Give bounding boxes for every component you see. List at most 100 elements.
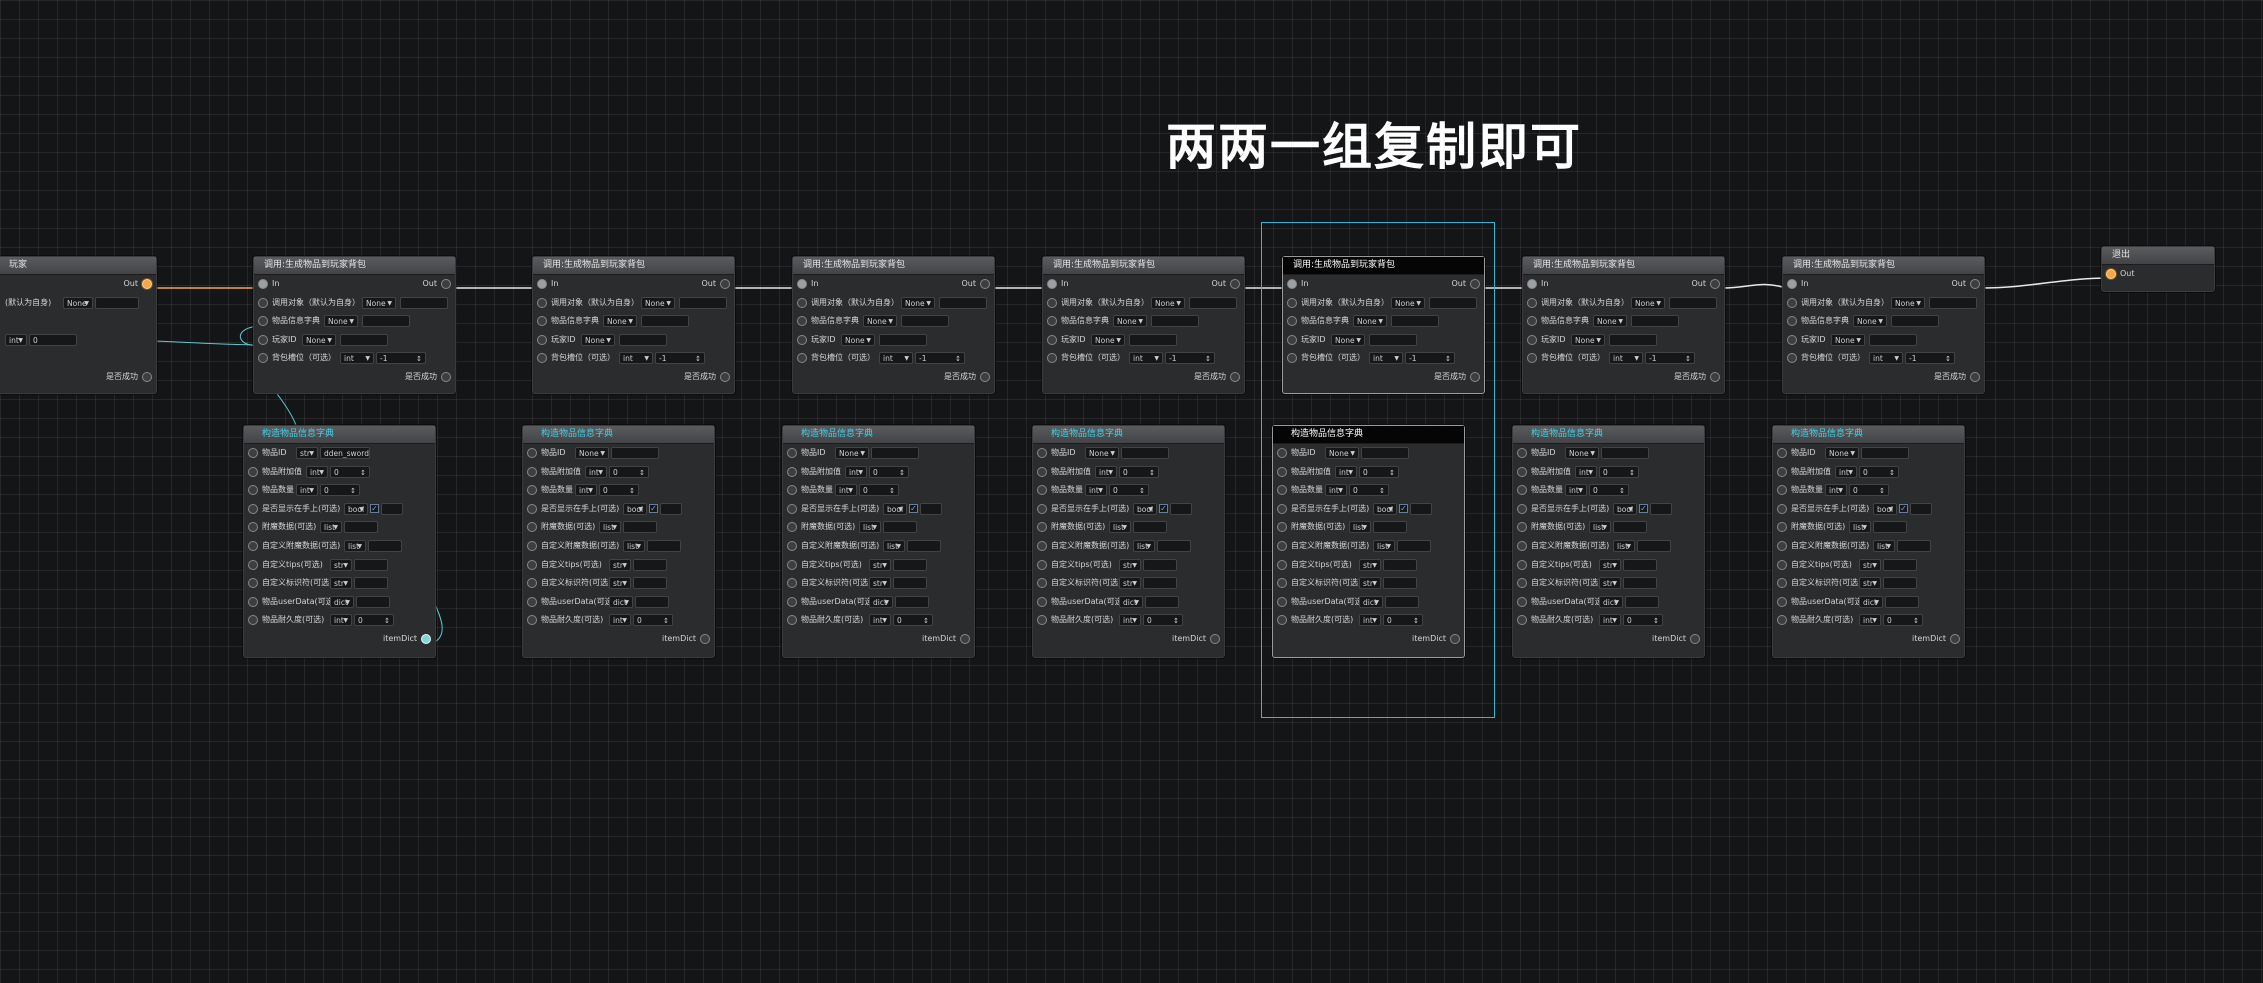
item-bonus-pin[interactable] xyxy=(1037,466,1047,477)
bag-slot-pin[interactable] xyxy=(258,353,268,364)
custom-tag-pin[interactable] xyxy=(248,578,258,589)
item-id-pin[interactable] xyxy=(1517,448,1527,458)
durability-pin[interactable] xyxy=(527,615,537,626)
item-count-pin[interactable] xyxy=(1037,485,1047,496)
item-dict-pin[interactable] xyxy=(1787,316,1797,327)
caller-value[interactable] xyxy=(939,296,987,309)
caller-select[interactable]: None xyxy=(1391,296,1425,309)
extra-data-pin[interactable] xyxy=(1517,522,1527,533)
item-bonus-pin[interactable] xyxy=(787,466,797,477)
bag-slot-type-select[interactable]: int xyxy=(1369,352,1403,365)
caller-value[interactable] xyxy=(400,296,448,309)
custom-tag-pin[interactable] xyxy=(527,578,537,589)
spin-arrows-icon[interactable]: ↕ xyxy=(955,353,961,363)
show-in-hand-pin[interactable] xyxy=(1277,503,1287,514)
custom-enchant-pin[interactable] xyxy=(1037,540,1047,551)
caller-pin[interactable] xyxy=(1047,297,1057,308)
spin-arrows-icon[interactable]: ↕ xyxy=(1149,467,1155,477)
custom-tag-pin[interactable] xyxy=(1777,578,1787,589)
user-data-pin[interactable] xyxy=(248,596,258,607)
success-pin[interactable] xyxy=(1710,371,1720,382)
exit-exec-in-pin[interactable] xyxy=(2106,269,2116,279)
spin-arrows-icon[interactable]: ↕ xyxy=(1173,615,1179,625)
call-node-6[interactable]: 调用:生成物品到玩家背包 In Out 调用对象（默认为自身） None 物品信… xyxy=(1522,256,1725,394)
build-node-5[interactable]: 构造物品信息字典 物品ID None 物品附加值 int 0↕ 物品数量 int… xyxy=(1272,425,1465,658)
item-dict-out-pin[interactable] xyxy=(1690,633,1700,644)
item-id-input[interactable]: dden_sword xyxy=(320,447,370,459)
exec-out-pin[interactable] xyxy=(1710,279,1720,289)
custom-enchant-pin[interactable] xyxy=(1517,540,1527,551)
node-title[interactable]: 构造物品信息字典 xyxy=(783,426,974,444)
caller-select[interactable]: None xyxy=(641,296,675,309)
player-id-select[interactable]: None xyxy=(841,333,875,346)
item-dict-select[interactable]: None xyxy=(1593,315,1627,328)
spin-arrows-icon[interactable]: ↕ xyxy=(1879,485,1885,495)
show-in-hand-pin[interactable] xyxy=(1777,503,1787,514)
player-id-select[interactable]: None xyxy=(1091,333,1125,346)
caller-value[interactable] xyxy=(1429,296,1477,309)
item-id-pin[interactable] xyxy=(248,448,258,458)
exec-out-pin[interactable] xyxy=(1970,279,1980,289)
exec-in-pin[interactable] xyxy=(1287,279,1297,289)
show-in-hand-checkbox[interactable]: ✓ xyxy=(1399,503,1408,513)
custom-enchant-pin[interactable] xyxy=(787,540,797,551)
player-id-pin[interactable] xyxy=(537,334,547,345)
call-node-7[interactable]: 调用:生成物品到玩家背包 In Out 调用对象（默认为自身） None 物品信… xyxy=(1782,256,1985,394)
bag-slot-pin[interactable] xyxy=(1047,353,1057,364)
user-data-pin[interactable] xyxy=(527,596,537,607)
exec-out-pin[interactable] xyxy=(441,279,451,289)
item-id-pin[interactable] xyxy=(1277,448,1287,458)
player-id-select[interactable]: None xyxy=(581,333,615,346)
exec-in-pin[interactable] xyxy=(1047,279,1057,289)
player-id-pin[interactable] xyxy=(1527,334,1537,345)
call-node-5[interactable]: 调用:生成物品到玩家背包 In Out 调用对象（默认为自身） None 物品信… xyxy=(1282,256,1485,394)
show-in-hand-checkbox[interactable]: ✓ xyxy=(1639,503,1648,513)
spin-arrows-icon[interactable]: ↕ xyxy=(629,485,635,495)
item-dict-pin[interactable] xyxy=(797,316,807,327)
bag-slot-pin[interactable] xyxy=(537,353,547,364)
caller-pin[interactable] xyxy=(1527,297,1537,308)
exec-out-pin[interactable] xyxy=(980,279,990,289)
item-id-pin[interactable] xyxy=(527,448,537,458)
item-id-input[interactable] xyxy=(1861,447,1909,459)
durability-pin[interactable] xyxy=(1277,615,1287,626)
spin-arrows-icon[interactable]: ↕ xyxy=(1945,353,1951,363)
success-pin[interactable] xyxy=(142,371,152,382)
item-id-input[interactable] xyxy=(871,447,919,459)
durability-pin[interactable] xyxy=(1037,615,1047,626)
item-id-pin[interactable] xyxy=(787,448,797,458)
exec-in-pin[interactable] xyxy=(1527,279,1537,289)
user-data-pin[interactable] xyxy=(787,596,797,607)
node-title[interactable]: 调用:生成物品到玩家背包 xyxy=(793,257,994,275)
exit-node-title[interactable]: 退出 xyxy=(2102,247,2214,265)
custom-tag-pin[interactable] xyxy=(1277,578,1287,589)
extra-data-pin[interactable] xyxy=(527,522,537,533)
item-id-type-select[interactable]: None xyxy=(575,447,609,459)
success-pin[interactable] xyxy=(1970,371,1980,382)
show-in-hand-checkbox[interactable]: ✓ xyxy=(909,503,918,513)
user-data-pin[interactable] xyxy=(1777,596,1787,607)
node-title[interactable]: 调用:生成物品到玩家背包 xyxy=(254,257,455,275)
durability-pin[interactable] xyxy=(248,615,258,626)
extra-data-pin[interactable] xyxy=(1277,522,1287,533)
spin-arrows-icon[interactable]: ↕ xyxy=(416,353,422,363)
caller-select[interactable]: None xyxy=(63,296,93,309)
custom-enchant-pin[interactable] xyxy=(248,540,258,551)
caller-select[interactable]: None xyxy=(1891,296,1925,309)
node-title[interactable]: 构造物品信息字典 xyxy=(1033,426,1224,444)
show-in-hand-pin[interactable] xyxy=(1037,503,1047,514)
partial-node[interactable]: 玩家 Out (默认为自身)None int0 是否成功 xyxy=(0,256,157,394)
spin-arrows-icon[interactable]: ↕ xyxy=(1389,467,1395,477)
extra-data-pin[interactable] xyxy=(248,522,258,533)
bag-slot-input[interactable]: -1 ↕ xyxy=(1645,352,1695,365)
build-node-4[interactable]: 构造物品信息字典 物品ID None 物品附加值 int 0↕ 物品数量 int… xyxy=(1032,425,1225,658)
bag-slot-type-select[interactable]: int xyxy=(879,352,913,365)
item-dict-pin[interactable] xyxy=(1287,316,1297,327)
custom-tips-pin[interactable] xyxy=(248,559,258,570)
item-dict-out-pin[interactable] xyxy=(960,633,970,644)
item-dict-select[interactable]: None xyxy=(324,315,358,328)
exec-in-pin[interactable] xyxy=(797,279,807,289)
build-node-6[interactable]: 构造物品信息字典 物品ID None 物品附加值 int 0↕ 物品数量 int… xyxy=(1512,425,1705,658)
show-in-hand-checkbox[interactable]: ✓ xyxy=(649,503,658,513)
node-title[interactable]: 调用:生成物品到玩家背包 xyxy=(1783,257,1984,275)
